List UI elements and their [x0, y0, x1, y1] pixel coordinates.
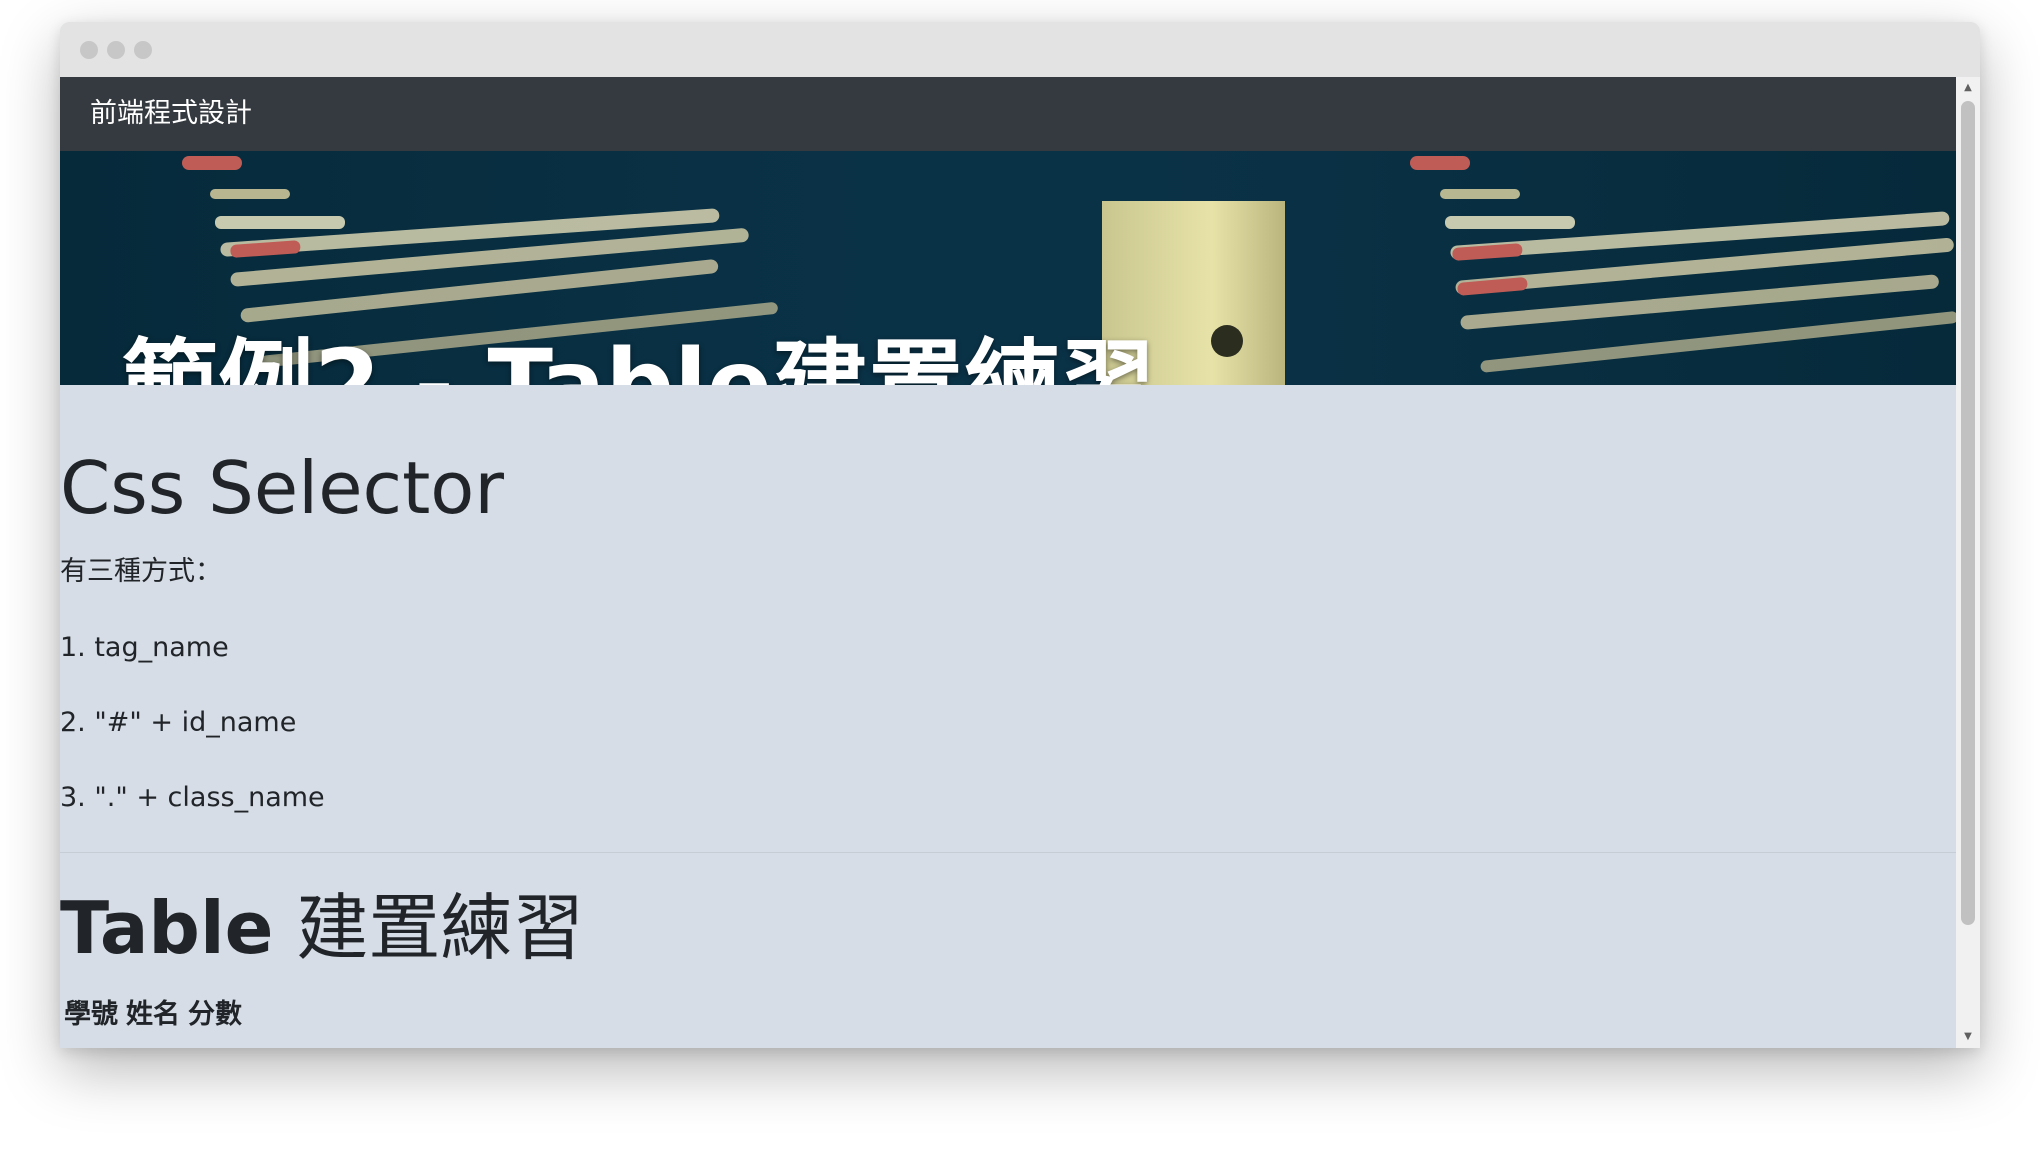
scroll-thumb[interactable]: [1961, 101, 1975, 925]
navbar-brand-link[interactable]: 前端程式設計: [90, 97, 252, 131]
score-table: 學號 姓名 分數: [60, 995, 246, 1035]
selector-item-class: 3. "." + class_name: [60, 782, 325, 813]
selector-item-tag: 1. tag_name: [60, 632, 229, 663]
page-viewport: 前端程式設計 Css Selector 有三種方式： 1. tag_name 2…: [60, 77, 1956, 1048]
table-heading-bold: Table: [60, 886, 274, 970]
scroll-down-arrow-icon[interactable]: ▼: [1956, 1026, 1980, 1048]
maximize-dot-icon[interactable]: [134, 41, 152, 59]
column-header-score: 分數: [188, 999, 242, 1030]
minimize-dot-icon[interactable]: [107, 41, 125, 59]
table-heading-rest: 建置練習: [273, 886, 585, 970]
table-heading: Table 建置練習: [60, 885, 584, 971]
css-selector-heading: Css Selector: [60, 446, 504, 530]
selector-item-id: 2. "#" + id_name: [60, 707, 297, 738]
window-titlebar: [60, 22, 1980, 78]
browser-window: 前端程式設計 Css Selector 有三種方式： 1. tag_name 2…: [60, 22, 1980, 1048]
hero-title: 範例2 - Table建置練習: [122, 327, 1156, 385]
section-divider: [60, 852, 1956, 853]
close-dot-icon[interactable]: [80, 41, 98, 59]
table-header-row: 學號 姓名 分數: [60, 995, 246, 1035]
vertical-scrollbar[interactable]: ▲ ▼: [1956, 77, 1980, 1048]
top-navbar: 前端程式設計: [60, 77, 1956, 151]
css-selector-intro: 有三種方式：: [60, 556, 222, 587]
hero-banner: 範例2 - Table建置練習: [60, 151, 1956, 385]
column-header-name: 姓名: [126, 999, 180, 1030]
column-header-id: 學號: [64, 999, 118, 1030]
scroll-up-arrow-icon[interactable]: ▲: [1956, 77, 1980, 99]
